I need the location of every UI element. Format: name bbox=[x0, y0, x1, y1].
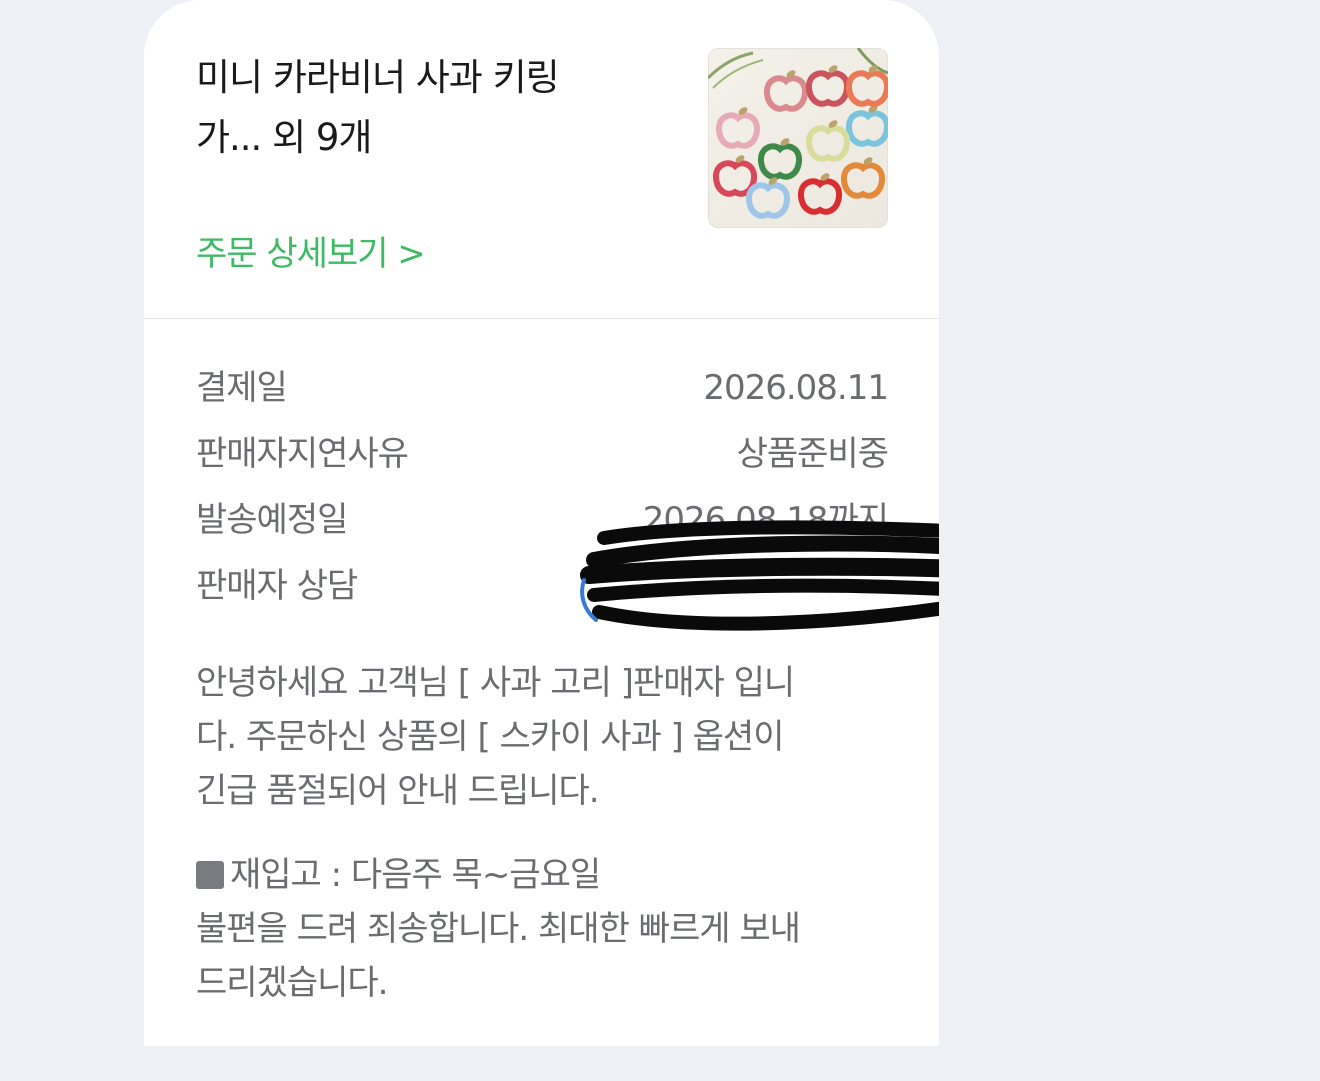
delay-reason-label: 판매자지연사유 bbox=[196, 434, 409, 474]
apple-keyring-image bbox=[708, 48, 888, 219]
apple-keyring-icon bbox=[798, 173, 842, 215]
message-line: 안녕하세요 고객님 [ 사과 고리 ]판매자 입니 bbox=[196, 663, 795, 703]
seller-message-restock: 재입고 : 다음주 목~금요일 불편을 드려 죄송합니다. 최대한 빠르게 보내… bbox=[196, 848, 896, 1010]
apple-keyring-icon bbox=[841, 157, 885, 199]
order-detail-link[interactable]: 주문 상세보기 > bbox=[196, 226, 426, 282]
message-line: 다. 주문하신 상품의 [ 스카이 사과 ] 옵션이 bbox=[196, 717, 784, 757]
square-bullet-icon bbox=[196, 861, 224, 889]
seller-message-body: 안녕하세요 고객님 [ 사과 고리 ]판매자 입니 다. 주문하신 상품의 [ … bbox=[196, 656, 896, 818]
product-title[interactable]: 미니 카라비너 사과 키링 가... 외 9개 bbox=[196, 48, 636, 168]
info-row-payment-date: 결제일 2026.08.11 bbox=[196, 360, 889, 416]
product-thumbnail[interactable] bbox=[708, 48, 888, 228]
payment-date-value: 2026.08.11 bbox=[703, 368, 889, 408]
apple-keyring-icon bbox=[713, 155, 757, 197]
message-line: 불편을 드려 죄송합니다. 최대한 빠르게 보내 bbox=[196, 909, 801, 949]
message-line: 긴급 품절되어 안내 드립니다. bbox=[196, 771, 600, 811]
apple-keyring-icon bbox=[764, 70, 808, 112]
apple-keyring-icon bbox=[806, 120, 850, 162]
message-line: 드리겠습니다. bbox=[196, 963, 389, 1003]
payment-date-label: 결제일 bbox=[196, 368, 288, 408]
restock-text: 재입고 : 다음주 목~금요일 bbox=[230, 855, 601, 895]
apple-keyring-icon bbox=[758, 138, 802, 180]
apple-keyring-icon bbox=[806, 65, 850, 107]
ship-date-label: 발송예정일 bbox=[196, 500, 348, 540]
apple-keyring-icon bbox=[716, 107, 760, 149]
product-title-line2: 가... 외 9개 bbox=[196, 116, 372, 159]
redaction-scribble bbox=[580, 520, 939, 631]
seller-contact-label: 판매자 상담 bbox=[196, 566, 358, 606]
info-row-delay-reason: 판매자지연사유 상품준비중 bbox=[196, 426, 889, 482]
order-card: 미니 카라비너 사과 키링 가... 외 9개 주문 상세보기 > 결제일 20… bbox=[144, 0, 939, 1081]
bottom-separator bbox=[144, 1046, 939, 1081]
message-line-restock: 재입고 : 다음주 목~금요일 bbox=[196, 848, 896, 902]
product-title-line1: 미니 카라비너 사과 키링 bbox=[196, 56, 560, 99]
delay-reason-value: 상품준비중 bbox=[736, 434, 889, 474]
apple-keyring-icon bbox=[846, 105, 888, 147]
section-divider bbox=[144, 318, 939, 319]
